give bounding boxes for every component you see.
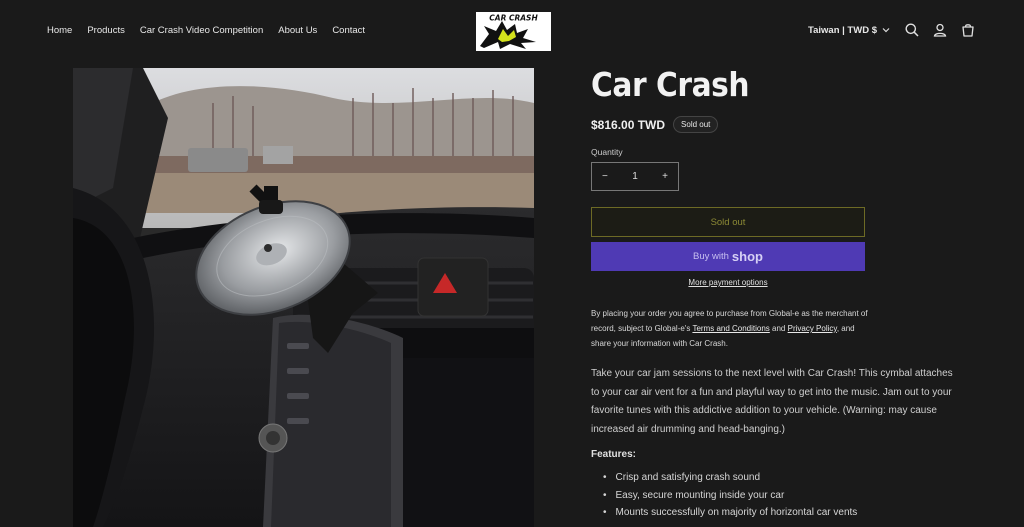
product-title: Car Crash bbox=[591, 65, 750, 104]
account-icon[interactable] bbox=[932, 22, 948, 38]
product-image[interactable] bbox=[73, 68, 534, 527]
shop-logo: shop bbox=[731, 249, 763, 264]
buy-with-shop-button[interactable]: Buy with shop bbox=[591, 242, 865, 271]
sold-out-button[interactable]: Sold out bbox=[591, 207, 865, 237]
list-item: • Crisp and satisfying crash sound bbox=[603, 472, 761, 483]
quantity-stepper: − 1 + bbox=[591, 162, 679, 191]
quantity-label: Quantity bbox=[591, 147, 623, 157]
price-row: $816.00 TWD Sold out bbox=[591, 116, 971, 133]
nav-about-us[interactable]: About Us bbox=[278, 25, 317, 36]
nav-products[interactable]: Products bbox=[87, 25, 125, 36]
sold-out-badge: Sold out bbox=[673, 116, 719, 133]
main-nav: Home Products Car Crash Video Competitio… bbox=[47, 25, 365, 36]
svg-text:CAR CRASH: CAR CRASH bbox=[489, 14, 538, 23]
list-item: • Easy, secure mounting inside your car bbox=[603, 489, 785, 501]
header-actions: Taiwan | TWD $ bbox=[808, 22, 976, 38]
brand-logo[interactable]: CAR CRASH bbox=[476, 12, 551, 51]
site-header: Home Products Car Crash Video Competitio… bbox=[0, 0, 1024, 62]
legal-notice: By placing your order you agree to purch… bbox=[591, 306, 871, 351]
quantity-minus-button[interactable]: − bbox=[602, 171, 608, 182]
quantity-plus-button[interactable]: + bbox=[662, 171, 668, 182]
chevron-down-icon bbox=[882, 28, 890, 33]
nav-video-competition[interactable]: Car Crash Video Competition bbox=[140, 25, 263, 36]
legal-text-2: and bbox=[769, 324, 788, 333]
features-list: • Crisp and satisfying crash sound • Easy,… bbox=[591, 469, 971, 522]
nav-home[interactable]: Home bbox=[47, 25, 72, 36]
nav-contact[interactable]: Contact bbox=[332, 25, 365, 36]
list-item: • Mounts successfully on majority of hori… bbox=[603, 507, 858, 518]
more-payment-options-link[interactable]: More payment options bbox=[591, 278, 865, 287]
product-price: $816.00 TWD bbox=[591, 117, 666, 132]
product-info: Car Crash $816.00 TWD Sold out Quantity … bbox=[591, 62, 971, 522]
privacy-policy-link[interactable]: Privacy Policy bbox=[788, 324, 837, 333]
terms-link[interactable]: Terms and Conditions bbox=[692, 324, 769, 333]
buy-with-label: Buy with bbox=[693, 251, 729, 262]
features-heading: Features: bbox=[591, 449, 637, 460]
quantity-input[interactable]: 1 bbox=[632, 171, 638, 182]
currency-label: Taiwan | TWD $ bbox=[808, 24, 877, 36]
product-description: Take your car jam sessions to the next l… bbox=[591, 368, 953, 435]
search-icon[interactable] bbox=[904, 22, 920, 38]
currency-selector[interactable]: Taiwan | TWD $ bbox=[808, 25, 890, 36]
cart-icon[interactable] bbox=[960, 22, 976, 38]
